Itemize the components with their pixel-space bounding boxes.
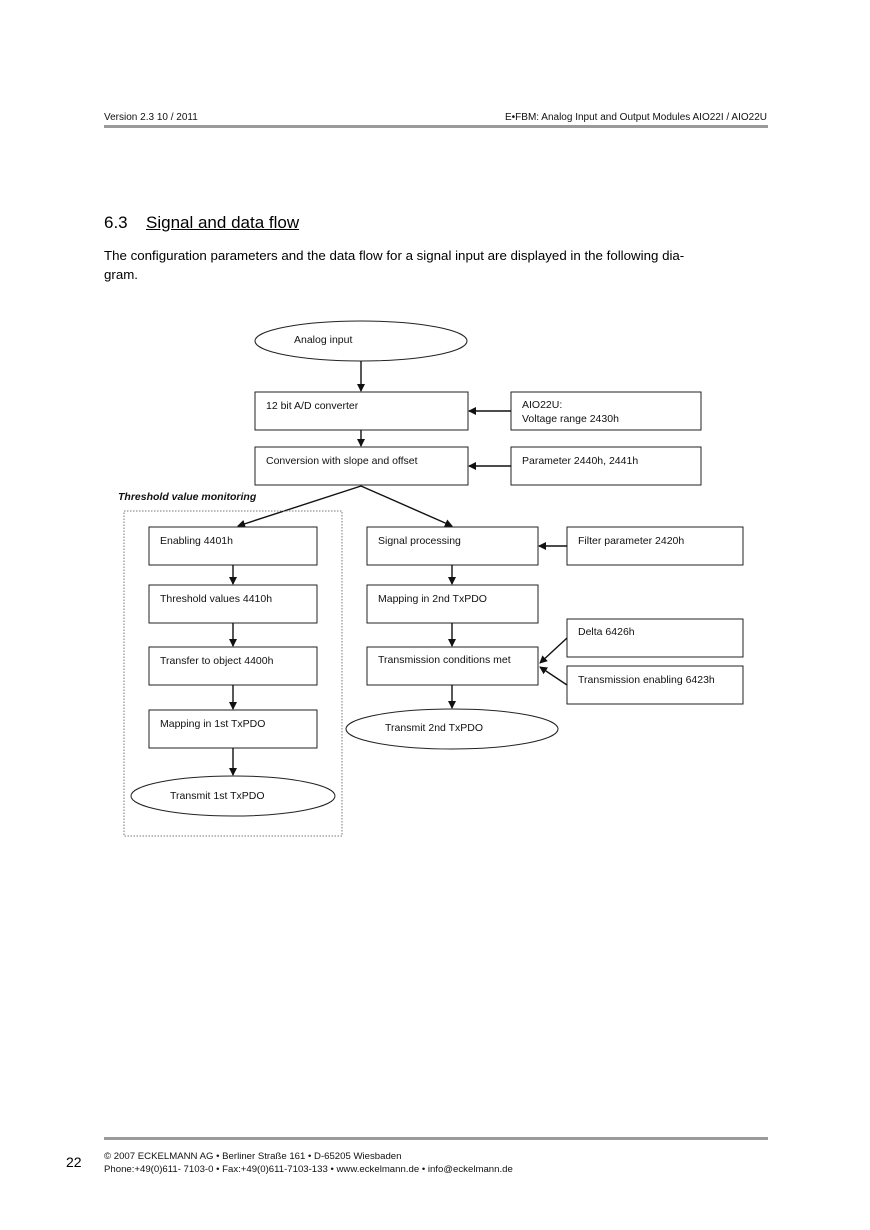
node-transmission-enabling-label: Transmission enabling 6423h (578, 674, 715, 686)
node-threshold-values-label: Threshold values 4410h (160, 593, 272, 605)
node-parameter: Parameter 2440h, 2441h (510, 446, 702, 486)
node-signal-processing: Signal processing (366, 526, 539, 566)
node-mapping-1st-label: Mapping in 1st TxPDO (160, 718, 265, 730)
node-delta: Delta 6426h (566, 618, 744, 658)
node-voltage-range-line2: Voltage range 2430h (522, 413, 619, 425)
footer-rule (104, 1137, 768, 1140)
arrow-conversion-to-signal-processing (360, 485, 453, 527)
node-transmission-conditions-label: Transmission conditions met (378, 654, 511, 666)
node-mapping-2nd: Mapping in 2nd TxPDO (366, 584, 539, 624)
node-voltage-range-line1: AIO22U: (522, 399, 562, 411)
node-enabling: Enabling 4401h (148, 526, 318, 566)
node-parameter-label: Parameter 2440h, 2441h (522, 455, 638, 467)
node-signal-processing-label: Signal processing (378, 535, 461, 547)
node-transmit-2nd-label: Transmit 2nd TxPDO (385, 722, 483, 734)
node-ad-converter: 12 bit A/D converter (254, 391, 469, 431)
node-conversion-label: Conversion with slope and offset (266, 455, 418, 467)
node-transmit-1st: Transmit 1st TxPDO (130, 775, 336, 817)
node-analog-input: Analog input (254, 320, 468, 362)
node-threshold-values: Threshold values 4410h (148, 584, 318, 624)
node-transmission-enabling: Transmission enabling 6423h (566, 665, 744, 705)
node-transmit-2nd: Transmit 2nd TxPDO (345, 708, 559, 750)
threshold-group-label: Threshold value monitoring (118, 491, 257, 503)
footer-address: © 2007 ECKELMANN AG • Berliner Straße 16… (104, 1151, 402, 1162)
arrow-delta-to-conditions (539, 637, 568, 664)
signal-flow-diagram: Analog input 12 bit A/D converter AIO22U… (118, 320, 744, 837)
node-delta-label: Delta 6426h (578, 626, 635, 638)
node-analog-input-label: Analog input (294, 334, 352, 346)
page-number: 22 (66, 1154, 82, 1170)
footer-contact: Phone:+49(0)611- 7103-0 • Fax:+49(0)611-… (104, 1164, 513, 1175)
node-transfer-object: Transfer to object 4400h (148, 646, 318, 686)
node-conversion: Conversion with slope and offset (254, 446, 469, 486)
node-transmission-conditions: Transmission conditions met (366, 646, 539, 686)
arrow-conversion-to-enabling (237, 485, 362, 528)
node-filter-parameter-label: Filter parameter 2420h (578, 535, 684, 547)
node-filter-parameter: Filter parameter 2420h (566, 526, 744, 566)
node-transfer-object-label: Transfer to object 4400h (160, 655, 274, 667)
arrow-enabling-to-conditions (539, 666, 568, 686)
node-transmit-1st-label: Transmit 1st TxPDO (170, 790, 265, 802)
node-ad-converter-label: 12 bit A/D converter (266, 400, 359, 412)
node-mapping-2nd-label: Mapping in 2nd TxPDO (378, 593, 487, 605)
node-voltage-range: AIO22U: Voltage range 2430h (510, 391, 702, 431)
node-mapping-1st: Mapping in 1st TxPDO (148, 709, 318, 749)
node-enabling-label: Enabling 4401h (160, 535, 233, 547)
